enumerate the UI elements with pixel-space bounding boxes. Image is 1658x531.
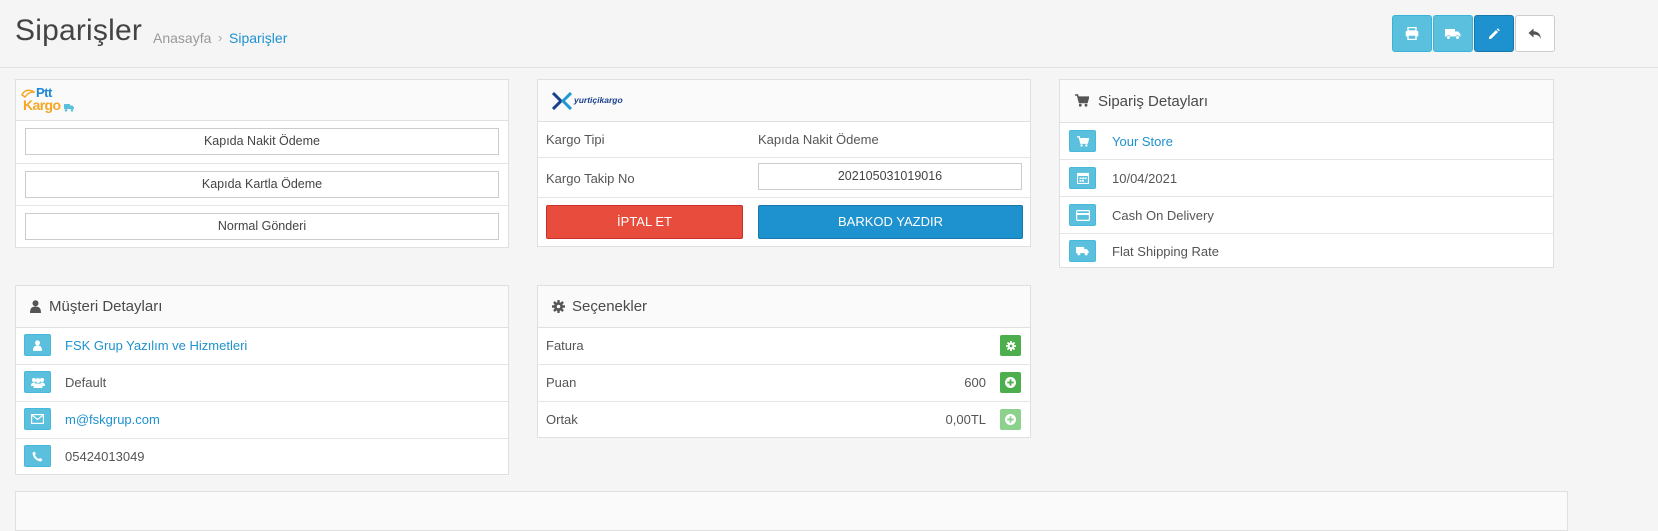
order-store-link[interactable]: Your Store <box>1112 134 1173 149</box>
order-details-panel: Sipariş Detayları Your Store 10/04/2021 … <box>1059 79 1554 268</box>
kargo-tipi-row: Kargo Tipi Kapıda Nakit Ödeme <box>538 122 1030 158</box>
breadcrumb-current[interactable]: Siparişler <box>229 30 287 46</box>
order-store-row: Your Store <box>1060 123 1553 160</box>
kargo-takip-row: Kargo Takip No 202105031019016 <box>538 158 1030 198</box>
reply-icon <box>1528 28 1541 39</box>
customer-email-row: m@fskgrup.com <box>16 402 508 439</box>
customer-phone-value: 05424013049 <box>65 449 145 464</box>
gear-icon <box>1005 340 1016 351</box>
order-payment-row: Cash On Delivery <box>1060 197 1553 234</box>
breadcrumb-home[interactable]: Anasayfa <box>153 30 211 46</box>
kargo-tipi-label: Kargo Tipi <box>546 132 605 147</box>
envelope-icon <box>31 414 44 424</box>
option-value: 0,00TL <box>945 412 986 427</box>
print-button[interactable] <box>1392 15 1432 52</box>
customer-phone-row: 05424013049 <box>16 439 508 475</box>
customer-email-icon-box <box>24 408 51 430</box>
gear-icon <box>552 300 565 313</box>
pencil-icon <box>1489 27 1500 39</box>
order-date-row: 10/04/2021 <box>1060 160 1553 197</box>
customer-details-title: Müşteri Detayları <box>49 298 163 315</box>
add-points-button[interactable] <box>1000 372 1021 393</box>
customer-details-panel: Müşteri Detayları FSK Grup Yazılım ve Hi… <box>15 285 509 475</box>
customer-name-link[interactable]: FSK Grup Yazılım ve Hizmetleri <box>65 338 247 353</box>
yurtici-kargo-header: yurtiçikargo <box>538 80 1030 122</box>
shipping-button[interactable] <box>1433 15 1473 52</box>
yurtici-kargo-panel: yurtiçikargo Kargo Tipi Kapıda Nakit Öde… <box>537 79 1031 247</box>
options-header: Seçenekler <box>538 286 1030 328</box>
ptt-normal-shipment-button[interactable]: Normal Gönderi <box>25 213 499 240</box>
phone-icon <box>32 451 43 461</box>
page-header: Siparişler Anasayfa › Siparişler <box>0 0 1658 68</box>
plus-circle-icon <box>1005 377 1016 388</box>
payment-icon-box <box>1069 204 1096 226</box>
customer-email-link[interactable]: m@fskgrup.com <box>65 412 160 427</box>
ptt-kargo-logo: Ptt Kargo <box>21 85 81 115</box>
page-title: Siparişler <box>15 14 143 47</box>
calendar-icon <box>1076 172 1089 184</box>
yurtici-logo-mark-icon <box>552 92 572 110</box>
user-icon <box>33 339 42 351</box>
kargo-tipi-value: Kapıda Nakit Ödeme <box>758 132 879 147</box>
options-row-ortak: Ortak 0,00TL <box>538 402 1030 438</box>
ptt-truck-icon <box>64 104 74 112</box>
order-shipping-row: Flat Shipping Rate <box>1060 234 1553 268</box>
truck-icon <box>1445 28 1461 40</box>
option-label: Puan <box>546 375 577 390</box>
option-label: Ortak <box>546 412 578 427</box>
cancel-shipment-button[interactable]: İPTAL ET <box>546 205 743 239</box>
order-payment-value: Cash On Delivery <box>1112 208 1214 223</box>
options-panel: Seçenekler Fatura Puan 600 Ortak 0,00TL <box>537 285 1031 438</box>
store-icon-box <box>1069 130 1096 152</box>
print-barcode-button[interactable]: BARKOD YAZDIR <box>758 205 1023 239</box>
add-commission-button[interactable] <box>1000 409 1021 430</box>
shipping-icon-box <box>1069 240 1096 262</box>
options-row-fatura: Fatura <box>538 328 1030 365</box>
kargo-takip-field[interactable]: 202105031019016 <box>758 163 1022 190</box>
order-date-value: 10/04/2021 <box>1112 171 1178 186</box>
kargo-logo-text: Kargo <box>23 97 61 113</box>
yurtici-logo-text: yurtiçikargo <box>574 95 623 105</box>
customer-group-icon-box <box>24 371 51 393</box>
invoice-settings-button[interactable] <box>1000 335 1021 356</box>
ptt-kargo-header: Ptt Kargo <box>16 80 508 121</box>
ptt-kargo-panel: Ptt Kargo Kapıda Nakit Ödeme Kapıda Kart… <box>15 79 509 248</box>
print-icon <box>1405 27 1419 40</box>
breadcrumb-separator: › <box>218 30 223 45</box>
ptt-option-row: Kapıda Kartla Ödeme <box>16 164 508 206</box>
shopping-cart-icon <box>1075 94 1089 107</box>
kargo-takip-label: Kargo Takip No <box>546 171 635 186</box>
edit-button[interactable] <box>1474 15 1514 52</box>
option-value: 600 <box>964 375 986 390</box>
truck-icon <box>1076 246 1089 256</box>
customer-name-row: FSK Grup Yazılım ve Hizmetleri <box>16 328 508 365</box>
ptt-option-row: Kapıda Nakit Ödeme <box>16 121 508 164</box>
ptt-cash-payment-button[interactable]: Kapıda Nakit Ödeme <box>25 128 499 155</box>
order-shipping-value: Flat Shipping Rate <box>1112 244 1219 259</box>
kargo-actions-row: İPTAL ET BARKOD YAZDIR <box>538 198 1030 246</box>
order-details-header: Sipariş Detayları <box>1060 80 1553 123</box>
order-details-title: Sipariş Detayları <box>1098 93 1209 110</box>
shopping-cart-icon <box>1076 135 1089 147</box>
user-icon <box>30 300 41 313</box>
customer-details-header: Müşteri Detayları <box>16 286 508 328</box>
customer-name-icon-box <box>24 334 51 356</box>
users-icon <box>30 377 45 388</box>
option-label: Fatura <box>546 338 584 353</box>
date-icon-box <box>1069 167 1096 189</box>
credit-card-icon <box>1075 209 1090 221</box>
ptt-option-row: Normal Gönderi <box>16 206 508 247</box>
ptt-card-payment-button[interactable]: Kapıda Kartla Ödeme <box>25 171 499 198</box>
yurtici-kargo-logo: yurtiçikargo <box>552 92 632 112</box>
customer-group-value: Default <box>65 375 107 390</box>
back-button[interactable] <box>1515 15 1555 52</box>
bottom-panel-edge <box>15 491 1568 531</box>
options-title: Seçenekler <box>572 298 648 315</box>
options-row-puan: Puan 600 <box>538 365 1030 402</box>
plus-circle-icon <box>1005 414 1016 425</box>
customer-group-row: Default <box>16 365 508 402</box>
customer-phone-icon-box <box>24 445 51 467</box>
